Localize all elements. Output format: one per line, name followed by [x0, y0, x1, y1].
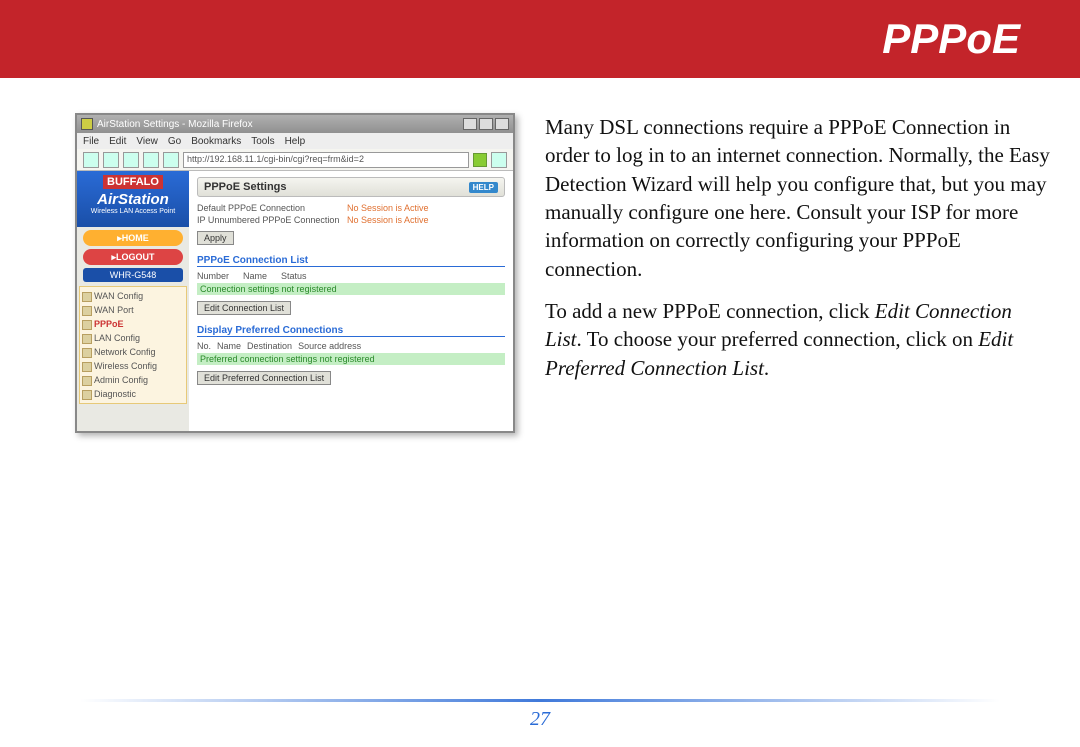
home-button[interactable]: ▸ HOME [83, 230, 183, 246]
pref-empty: Preferred connection settings not regist… [197, 353, 505, 365]
address-bar[interactable]: http://192.168.11.1/cgi-bin/cgi?req=frm&… [183, 152, 469, 168]
router-main: PPPoE Settings HELP Default PPPoE Connec… [189, 171, 513, 431]
page-number: 27 [0, 708, 1080, 731]
connlist-header: Number Name Status [197, 271, 505, 281]
forward-icon[interactable] [103, 152, 119, 168]
nav-wan-config[interactable]: WAN Config [80, 289, 186, 303]
nav-diagnostic[interactable]: Diagnostic [80, 387, 186, 401]
p2-text3: . [764, 356, 769, 380]
nav-wireless-config[interactable]: Wireless Config [80, 359, 186, 373]
logout-label: LOGOUT [116, 252, 155, 262]
brand-sub: Wireless LAN Access Point [77, 208, 189, 215]
paragraph-1: Many DSL connections require a PPPoE Con… [545, 113, 1050, 283]
col-no: No. [197, 341, 211, 351]
browser-menubar: File Edit View Go Bookmarks Tools Help [77, 133, 513, 149]
help-button[interactable]: HELP [469, 182, 498, 193]
p2-text: To add a new PPPoE connection, click [545, 299, 875, 323]
browser-toolbar: http://192.168.11.1/cgi-bin/cgi?req=frm&… [77, 149, 513, 171]
window-titlebar: AirStation Settings - Mozilla Firefox [77, 115, 513, 133]
edit-connlist-button[interactable]: Edit Connection List [197, 301, 291, 315]
nav-wan-port[interactable]: WAN Port [80, 303, 186, 317]
menu-view[interactable]: View [136, 136, 158, 147]
doc-text: Many DSL connections require a PPPoE Con… [515, 113, 1050, 433]
content-row: AirStation Settings - Mozilla Firefox Fi… [0, 78, 1080, 433]
stop-icon[interactable] [143, 152, 159, 168]
col-name: Name [243, 271, 267, 281]
minimize-icon[interactable] [463, 118, 477, 130]
row2-label: IP Unnumbered PPPoE Connection [197, 215, 347, 225]
brand-logo: BUFFALO [103, 175, 163, 189]
nav-list: WAN Config WAN Port PPPoE LAN Config Net… [79, 286, 187, 404]
nav-pppoe[interactable]: PPPoE [80, 317, 186, 331]
go-icon[interactable] [473, 153, 487, 167]
nav-network-config[interactable]: Network Config [80, 345, 186, 359]
p2-text2: . To choose your preferred connection, c… [577, 327, 979, 351]
footer-rule [80, 699, 1000, 702]
row1-value: No Session is Active [347, 203, 429, 213]
menu-go[interactable]: Go [168, 136, 181, 147]
section-pref: Display Preferred Connections [197, 325, 505, 337]
paragraph-2: To add a new PPPoE connection, click Edi… [545, 297, 1050, 382]
brand-block: BUFFALO AirStation Wireless LAN Access P… [77, 171, 189, 227]
col-src: Source address [298, 341, 361, 351]
row2-value: No Session is Active [347, 215, 429, 225]
model-label: WHR-G548 [83, 268, 183, 282]
page-footer: 27 [0, 699, 1080, 731]
apply-button[interactable]: Apply [197, 231, 234, 245]
menu-edit[interactable]: Edit [109, 136, 126, 147]
setting-row: Default PPPoE Connection No Session is A… [197, 203, 505, 213]
back-icon[interactable] [83, 152, 99, 168]
nav-lan-config[interactable]: LAN Config [80, 331, 186, 345]
nav-admin-config[interactable]: Admin Config [80, 373, 186, 387]
edit-pref-button[interactable]: Edit Preferred Connection List [197, 371, 331, 385]
col-status: Status [281, 271, 307, 281]
panel-title: PPPoE Settings [204, 181, 287, 193]
toolbar-icon[interactable] [491, 152, 507, 168]
inset-screenshot: AirStation Settings - Mozilla Firefox Fi… [75, 113, 515, 433]
window-buttons [463, 118, 509, 130]
logout-button[interactable]: ▸ LOGOUT [83, 249, 183, 265]
maximize-icon[interactable] [479, 118, 493, 130]
page-title: PPPoE [882, 15, 1020, 63]
app-icon [81, 118, 93, 130]
row1-label: Default PPPoE Connection [197, 203, 347, 213]
connlist-empty: Connection settings not registered [197, 283, 505, 295]
header-bar: PPPoE [0, 0, 1080, 78]
col-dest: Destination [247, 341, 292, 351]
window-title: AirStation Settings - Mozilla Firefox [97, 119, 253, 130]
reload-icon[interactable] [123, 152, 139, 168]
setting-row: IP Unnumbered PPPoE Connection No Sessio… [197, 215, 505, 225]
home-icon[interactable] [163, 152, 179, 168]
col-pname: Name [217, 341, 241, 351]
router-sidebar: BUFFALO AirStation Wireless LAN Access P… [77, 171, 189, 431]
brand-product: AirStation [77, 191, 189, 208]
section-connlist: PPPoE Connection List [197, 255, 505, 267]
menu-file[interactable]: File [83, 136, 99, 147]
menu-help[interactable]: Help [285, 136, 306, 147]
panel-header: PPPoE Settings HELP [197, 177, 505, 197]
col-number: Number [197, 271, 229, 281]
pref-header: No. Name Destination Source address [197, 341, 505, 351]
menu-bookmarks[interactable]: Bookmarks [191, 136, 241, 147]
close-icon[interactable] [495, 118, 509, 130]
home-label: HOME [122, 233, 149, 243]
menu-tools[interactable]: Tools [251, 136, 274, 147]
